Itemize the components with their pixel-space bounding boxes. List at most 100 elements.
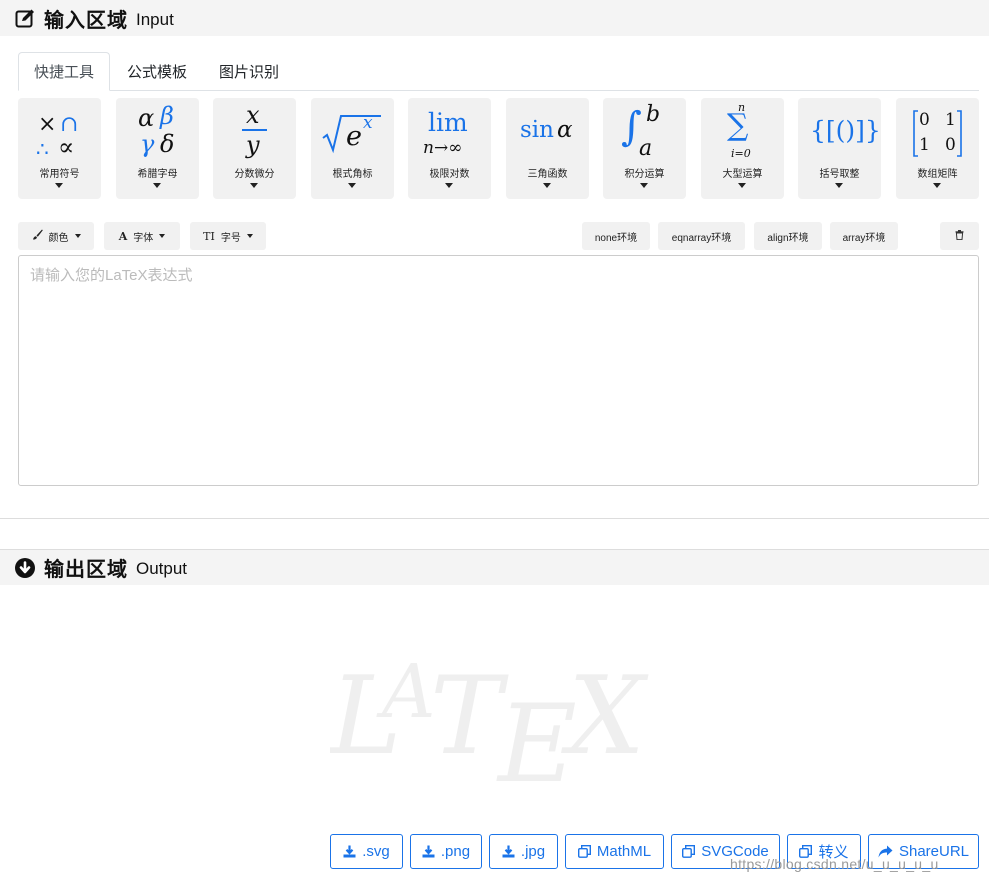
- tool-label: 常用符号: [39, 169, 80, 180]
- caret-down-icon: [153, 183, 161, 188]
- input-tabs: 快捷工具 公式模板 图片识别: [18, 52, 979, 91]
- latex-logo: L A T E X: [328, 649, 675, 807]
- paint-brush-icon: [32, 229, 43, 243]
- download-png-button[interactable]: .png: [410, 834, 482, 869]
- sum-icon: n ∑ i=0: [701, 98, 784, 164]
- glyph-denominator: y: [246, 131, 260, 159]
- glyph-m22: 0: [945, 135, 956, 155]
- env-none-button[interactable]: none环境: [582, 222, 650, 250]
- button-label: .jpg: [520, 843, 546, 860]
- font-dropdown-button[interactable]: A 字体: [104, 222, 180, 250]
- glyph-beta: β: [160, 102, 174, 130]
- text-height-icon: TI: [203, 229, 215, 243]
- download-icon: [502, 845, 515, 858]
- tool-label: 数组矩阵: [917, 169, 958, 180]
- root-icon: e x: [311, 98, 394, 164]
- env-align-button[interactable]: align环境: [754, 222, 822, 250]
- font-size-dropdown-button[interactable]: TI 字号: [190, 222, 266, 250]
- caret-down-icon: [348, 183, 356, 188]
- tool-matrix[interactable]: 0 1 1 0 数组矩阵: [896, 98, 979, 199]
- glyph-lower: i=0: [731, 147, 751, 160]
- button-label: .png: [440, 843, 471, 860]
- edit-icon: [14, 7, 36, 29]
- color-dropdown-button[interactable]: 颜色: [18, 222, 94, 250]
- glyph-e: e: [346, 121, 362, 152]
- tool-common-symbols[interactable]: × ∩ ∴ ∝ 常用符号: [18, 98, 101, 199]
- caret-down-icon: [159, 234, 166, 238]
- input-title-cn: 输入区域: [44, 9, 128, 32]
- svg-text:×: ×: [38, 112, 56, 137]
- glyph-m21: 1: [919, 135, 930, 155]
- caret-down-icon: [445, 183, 453, 188]
- glyph-brackets: {[()]}: [810, 116, 881, 145]
- glyph-upper: b: [646, 102, 661, 127]
- latex-editor: [18, 255, 979, 486]
- tool-grid: × ∩ ∴ ∝ 常用符号 α β γ δ 希腊字母 x y 分数微分 e x 根…: [18, 98, 989, 199]
- common-symbols-icon: × ∩ ∴ ∝: [36, 112, 78, 161]
- download-icon: [343, 845, 356, 858]
- svg-text:E: E: [496, 682, 577, 785]
- tool-brackets[interactable]: {[()]} 括号取整: [798, 98, 881, 199]
- glyph-m11: 0: [919, 110, 930, 130]
- glyph-delta: δ: [160, 130, 175, 158]
- latex-input[interactable]: [19, 256, 978, 485]
- tool-trig[interactable]: sin α 三角函数: [506, 98, 589, 199]
- tool-label: 积分运算: [624, 169, 665, 180]
- tool-label: 括号取整: [819, 169, 860, 180]
- clear-button[interactable]: [940, 222, 979, 250]
- caret-down-icon: [835, 183, 843, 188]
- download-jpg-button[interactable]: .jpg: [489, 834, 558, 869]
- caret-down-icon: [55, 183, 63, 188]
- button-label: MathML: [596, 843, 652, 860]
- trig-icon: sin α: [506, 98, 589, 164]
- tool-integrals[interactable]: ∫ b a 积分运算: [603, 98, 686, 199]
- caret-down-icon: [250, 183, 258, 188]
- input-title-en: Input: [136, 9, 174, 29]
- tab-formula-templates[interactable]: 公式模板: [112, 52, 202, 91]
- glyph-gamma: γ: [140, 130, 155, 158]
- tool-large-ops[interactable]: n ∑ i=0 大型运算: [701, 98, 784, 199]
- glyph-m12: 1: [945, 110, 956, 130]
- matrix-icon: 0 1 1 0: [896, 98, 979, 164]
- tool-label: 三角函数: [527, 169, 568, 180]
- glyph-alpha: α: [138, 104, 155, 132]
- tool-label: 分数微分: [234, 169, 275, 180]
- svg-text:X: X: [561, 655, 649, 779]
- download-icon: [422, 845, 435, 858]
- trash-icon: [955, 229, 964, 243]
- copy-mathml-button[interactable]: MathML: [565, 834, 664, 869]
- caret-down-icon: [933, 183, 941, 188]
- tool-label: 大型运算: [722, 169, 763, 180]
- output-title-cn: 输出区域: [44, 559, 128, 581]
- greek-letters-icon: α β γ δ: [116, 98, 199, 164]
- svg-text:A: A: [376, 655, 435, 735]
- tab-shortcut-tools[interactable]: 快捷工具: [18, 52, 111, 91]
- tool-label: 极限对数: [429, 169, 470, 180]
- url-watermark: https://blog.csdn.net/u_u_u_u_u: [730, 856, 939, 872]
- output-section-header: 输出区域 Output: [0, 549, 989, 585]
- tab-image-recognition[interactable]: 图片识别: [204, 52, 294, 91]
- tool-roots[interactable]: e x 根式角标: [311, 98, 394, 199]
- limit-icon: lim n→∞: [408, 98, 491, 164]
- input-section-header: 输入区域 Input: [0, 0, 989, 36]
- caret-down-icon: [74, 234, 81, 238]
- tool-greek-letters[interactable]: α β γ δ 希腊字母: [116, 98, 199, 199]
- tool-limits[interactable]: lim n→∞ 极限对数: [408, 98, 491, 199]
- env-array-button[interactable]: array环境: [830, 222, 898, 250]
- copy-icon: [577, 845, 591, 858]
- format-toolbar: 颜色 A 字体 TI 字号 none环境 eqnarray环境 align环境 …: [18, 222, 979, 250]
- glyph-sin: sin: [520, 117, 554, 143]
- integral-icon: ∫ b a: [603, 98, 686, 164]
- glyph-lim: lim: [428, 108, 468, 137]
- download-svg-button[interactable]: .svg: [330, 834, 403, 869]
- font-size-label: 字号: [220, 232, 241, 244]
- caret-down-icon: [543, 183, 551, 188]
- tool-fractions[interactable]: x y 分数微分: [213, 98, 296, 199]
- font-icon: A: [118, 229, 128, 243]
- button-label: .svg: [362, 843, 390, 860]
- glyph-n-to-inf: n→∞: [423, 138, 463, 158]
- tool-label: 根式角标: [332, 169, 373, 180]
- glyph-sigma: ∑: [727, 108, 749, 143]
- env-eqnarray-button[interactable]: eqnarray环境: [658, 222, 745, 250]
- arrow-circle-down-icon: [14, 557, 36, 579]
